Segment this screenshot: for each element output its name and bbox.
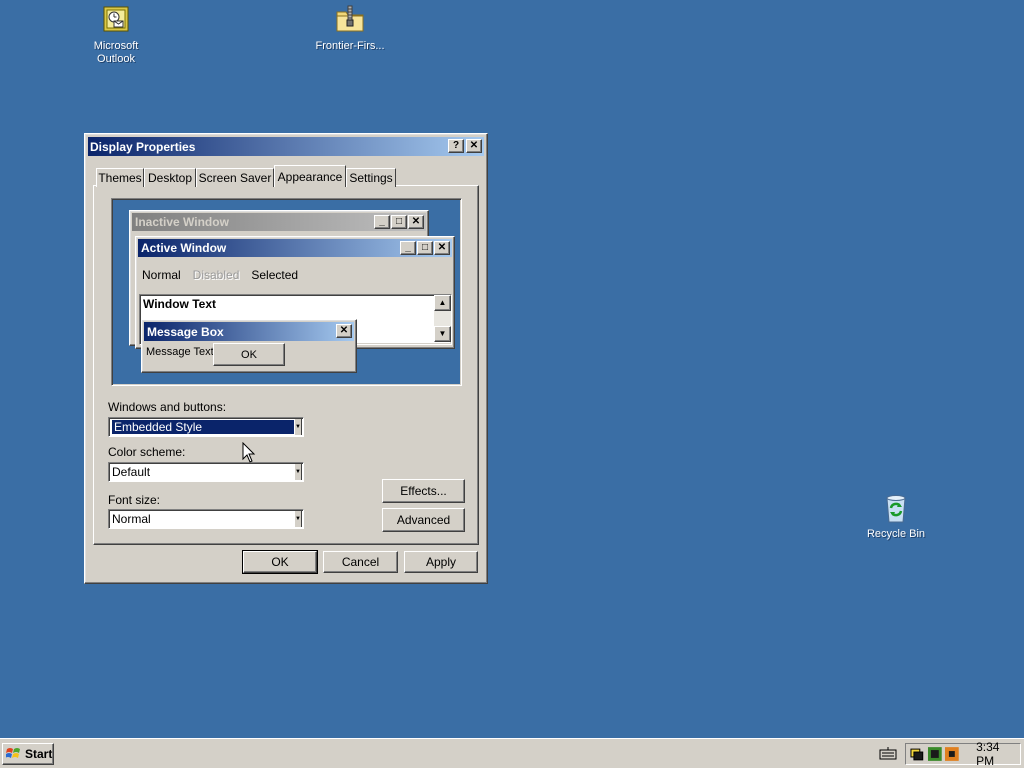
clock[interactable]: 3:34 PM xyxy=(976,740,1020,768)
desktop-icon-frontier[interactable]: Frontier-Firs... xyxy=(305,4,395,53)
font-size-select[interactable]: Normal ▼ xyxy=(108,509,304,529)
start-label: Start xyxy=(25,747,53,761)
preview-inactive-title-bar: Inactive Window _ □ ✕ xyxy=(132,213,426,231)
chevron-down-icon[interactable]: ▼ xyxy=(294,419,302,435)
tab-desktop[interactable]: Desktop xyxy=(144,168,196,187)
advanced-button[interactable]: Advanced xyxy=(382,508,465,532)
windows-buttons-label: Windows and buttons: xyxy=(108,400,227,414)
close-icon: ✕ xyxy=(408,215,424,229)
preview-scrollbar: ▲ ▼ xyxy=(434,295,451,342)
tab-label: Settings xyxy=(349,171,393,185)
font-size-label: Font size: xyxy=(108,493,161,507)
network-icon[interactable] xyxy=(909,746,925,762)
apply-button[interactable]: Apply xyxy=(404,551,478,573)
recycle-bin-icon xyxy=(880,492,912,524)
system-tray: 3:34 PM xyxy=(905,740,1021,768)
preview-menu-normal: Normal xyxy=(142,268,181,282)
close-icon: ✕ xyxy=(469,140,479,151)
preview-menu-disabled: Disabled xyxy=(192,268,240,282)
help-button[interactable]: ? xyxy=(448,139,464,153)
scroll-down-icon: ▼ xyxy=(434,326,451,342)
tab-label: Screen Saver xyxy=(198,171,272,185)
tab-label: Themes xyxy=(98,171,142,185)
windows-buttons-select[interactable]: Embedded Style ▼ xyxy=(108,417,304,437)
desktop-icon-recycle-bin[interactable]: Recycle Bin xyxy=(851,492,941,541)
cancel-button-label: Cancel xyxy=(341,555,380,569)
tab-screen-saver[interactable]: Screen Saver xyxy=(196,168,274,187)
preview-active-title-bar: Active Window _ □ ✕ xyxy=(138,239,452,257)
color-scheme-label: Color scheme: xyxy=(108,445,186,459)
preview-message-box: Message Box ✕ Message Text OK xyxy=(141,319,357,373)
preview-active-title: Active Window xyxy=(141,241,227,255)
color-scheme-value: Default xyxy=(112,465,151,479)
chevron-down-icon[interactable]: ▼ xyxy=(294,511,302,527)
outlook-icon xyxy=(100,4,132,36)
taskbar: Start 3:34 PM xyxy=(0,738,1024,768)
preview-menu-bar: Normal Disabled Selected xyxy=(142,268,298,282)
effects-button[interactable]: Effects... xyxy=(382,479,465,503)
font-size-value: Normal xyxy=(112,512,151,526)
minimize-icon: _ xyxy=(374,215,390,229)
effects-button-label: Effects... xyxy=(400,484,447,498)
desktop-icon-label: Outlook xyxy=(97,53,135,65)
mouse-cursor-icon xyxy=(242,442,256,463)
start-button[interactable]: Start xyxy=(2,743,54,765)
help-icon: ? xyxy=(452,140,460,151)
tab-themes[interactable]: Themes xyxy=(96,168,144,187)
preview-msgbox-ok-button: OK xyxy=(213,343,285,366)
preview-window-text: Window Text xyxy=(143,297,216,311)
close-button[interactable]: ✕ xyxy=(466,139,482,153)
tab-label: Appearance xyxy=(277,169,343,184)
windows-logo-icon xyxy=(6,748,20,758)
desktop-icon-label: Frontier-Firs... xyxy=(315,40,385,52)
tab-appearance[interactable]: Appearance xyxy=(274,165,346,187)
dialog-title: Display Properties xyxy=(90,139,196,154)
minimize-icon: _ xyxy=(400,241,416,255)
preview-inactive-title: Inactive Window xyxy=(135,215,229,229)
tray-app-icon[interactable] xyxy=(927,746,943,762)
advanced-button-label: Advanced xyxy=(396,513,451,527)
ok-button[interactable]: OK xyxy=(242,550,318,574)
dialog-title-bar[interactable]: Display Properties ? ✕ xyxy=(88,137,484,156)
apply-button-label: Apply xyxy=(425,555,457,569)
scroll-up-icon: ▲ xyxy=(434,295,451,311)
cancel-button[interactable]: Cancel xyxy=(323,551,398,573)
ok-button-label: OK xyxy=(271,555,289,569)
appearance-preview: Inactive Window _ □ ✕ Active Window _ □ … xyxy=(111,198,462,386)
maximize-icon: □ xyxy=(391,215,407,229)
tab-label: Desktop xyxy=(147,171,193,185)
preview-msgbox-text: Message Text xyxy=(146,346,214,358)
close-icon: ✕ xyxy=(434,241,450,255)
maximize-icon: □ xyxy=(417,241,433,255)
zip-folder-icon xyxy=(334,4,366,36)
preview-msgbox-title: Message Box xyxy=(147,324,224,339)
chevron-down-icon[interactable]: ▼ xyxy=(294,464,302,480)
desktop-icon-label: Recycle Bin xyxy=(866,528,926,540)
preview-msgbox-title-bar: Message Box ✕ xyxy=(144,322,354,341)
preview-msgbox-ok-label: OK xyxy=(241,348,257,361)
desktop-icon-label: Microsoft xyxy=(93,40,139,52)
desktop-icon-outlook[interactable]: Microsoft Outlook xyxy=(71,4,161,66)
tray-app-icon[interactable] xyxy=(944,746,960,762)
keyboard-icon[interactable] xyxy=(879,747,897,761)
close-icon: ✕ xyxy=(336,324,352,338)
color-scheme-select[interactable]: Default ▼ xyxy=(108,462,304,482)
tab-settings[interactable]: Settings xyxy=(346,168,396,187)
windows-buttons-value: Embedded Style xyxy=(112,420,295,434)
preview-menu-selected: Selected xyxy=(251,268,299,282)
